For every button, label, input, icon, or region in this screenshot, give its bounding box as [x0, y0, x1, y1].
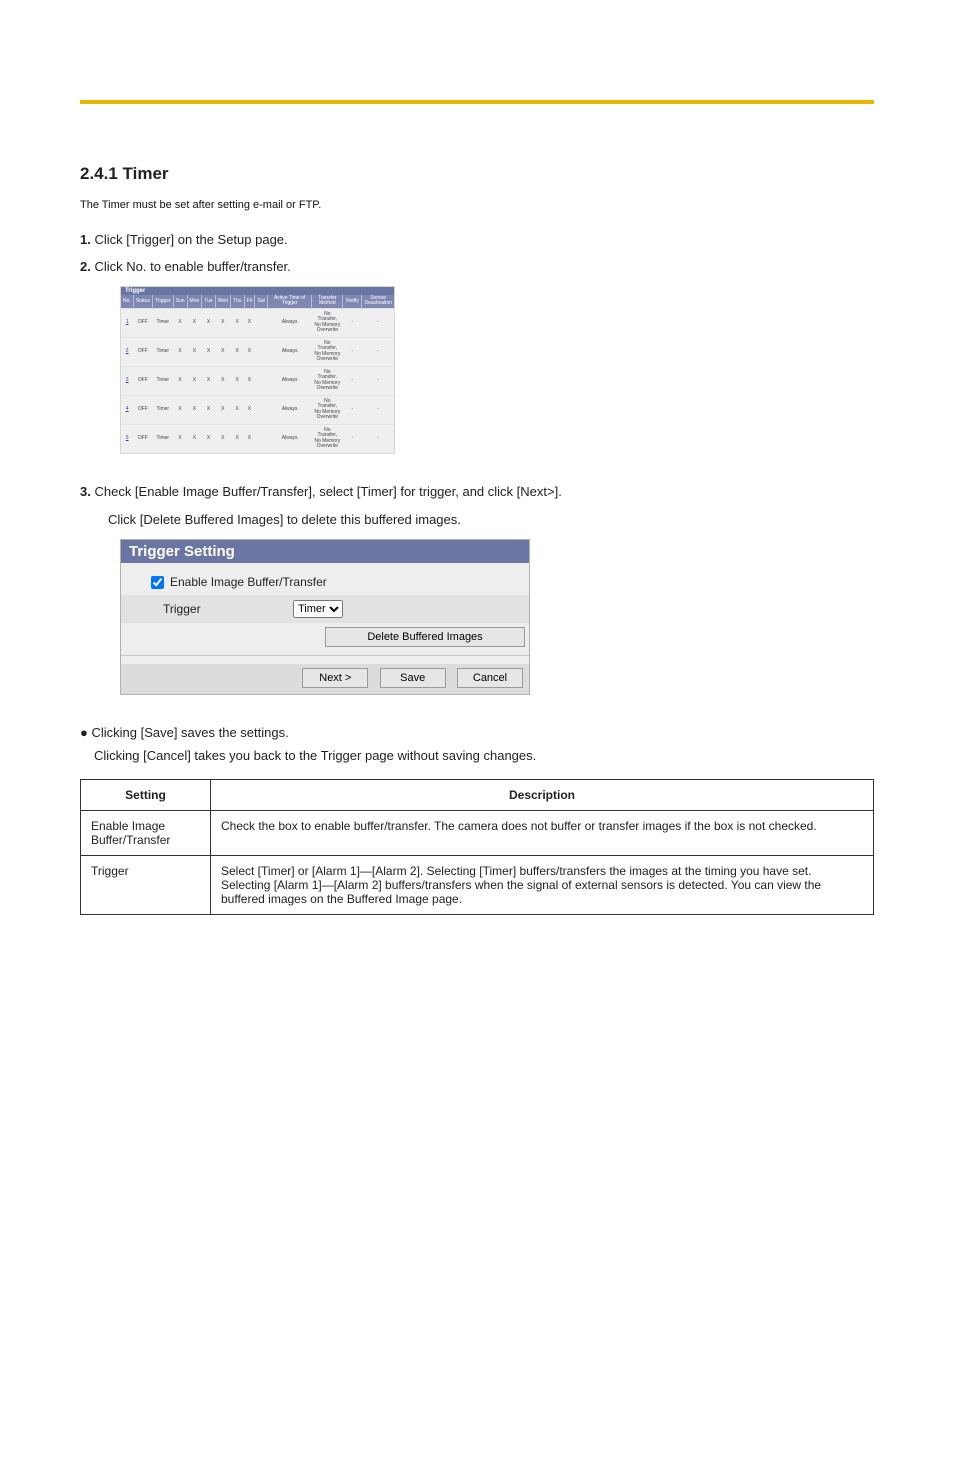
th-mon: Mon — [187, 295, 202, 309]
section-subheading: The Timer must be set after setting e-ma… — [80, 198, 874, 214]
desc-th-desc: Description — [211, 780, 874, 811]
th-no: No. — [121, 295, 133, 309]
th-status: Status — [133, 295, 152, 309]
delete-buffered-button[interactable]: Delete Buffered Images — [325, 627, 525, 647]
desc-row-setting: Trigger — [81, 856, 211, 915]
desc-header-row: Setting Description — [81, 780, 874, 811]
step-3-text: Check [Enable Image Buffer/Transfer], se… — [94, 484, 561, 499]
trigger-setting-dialog: Trigger Setting Enable Image Buffer/Tran… — [120, 539, 530, 695]
th-sensor: Sensor Deactivation — [362, 295, 394, 309]
th-transfer: Transfer Method — [312, 295, 343, 309]
th-wed: Wed — [215, 295, 230, 309]
trigger-select[interactable]: Timer — [293, 600, 343, 618]
row-no-link[interactable]: 2 — [126, 348, 129, 354]
step-1: 1. Click [Trigger] on the Setup page. — [80, 232, 874, 247]
step-2: 2. Click No. to enable buffer/transfer. — [80, 259, 874, 274]
th-notify: Notify — [343, 295, 362, 309]
dialog-title: Trigger Setting — [121, 540, 529, 563]
row-no-link[interactable]: 3 — [126, 377, 129, 383]
step-3-note: Click [Delete Buffered Images] to delete… — [108, 511, 874, 529]
table-row: 4 OFF Timer X X X X X X Always No Transf… — [121, 395, 394, 424]
th-trigger: Trigger — [152, 295, 173, 309]
step-2-num: 2. — [80, 259, 91, 274]
step-3: 3. Check [Enable Image Buffer/Transfer],… — [80, 484, 874, 499]
next-button[interactable]: Next > — [302, 668, 368, 688]
section-heading: 2.4.1 Timer — [80, 164, 874, 184]
cancel-button[interactable]: Cancel — [457, 668, 523, 688]
cancel-note: Clicking [Cancel] takes you back to the … — [94, 748, 874, 763]
trigger-table: Trigger No. Status Trigger Sun Mon Tue W… — [120, 286, 395, 454]
step-2-text: Click No. to enable buffer/transfer. — [94, 259, 290, 274]
th-fri: Fri — [244, 295, 255, 309]
row-no-link[interactable]: 4 — [126, 406, 129, 412]
table-row: 5 OFF Timer X X X X X X Always No Transf… — [121, 424, 394, 453]
save-note: ● Clicking [Save] saves the settings. — [80, 725, 874, 740]
desc-row: Enable Image Buffer/Transfer Check the b… — [81, 811, 874, 856]
row-no-link[interactable]: 1 — [126, 319, 129, 325]
step-1-text: Click [Trigger] on the Setup page. — [94, 232, 287, 247]
th-sat: Sat — [255, 295, 268, 309]
enable-buffer-label: Enable Image Buffer/Transfer — [170, 575, 327, 589]
desc-row-desc: Check the box to enable buffer/transfer.… — [211, 811, 874, 856]
desc-row: Trigger Select [Timer] or [Alarm 1]—[Ala… — [81, 856, 874, 915]
row-no-link[interactable]: 5 — [126, 435, 129, 441]
table-row: 3 OFF Timer X X X X X X Always No Transf… — [121, 366, 394, 395]
step-1-num: 1. — [80, 232, 91, 247]
desc-row-setting: Enable Image Buffer/Transfer — [81, 811, 211, 856]
step-3-num: 3. — [80, 484, 91, 499]
save-button[interactable]: Save — [380, 668, 446, 688]
th-tue: Tue — [202, 295, 215, 309]
enable-buffer-checkbox[interactable] — [151, 576, 164, 589]
trigger-label: Trigger — [163, 602, 293, 616]
trigger-table-title: Trigger — [121, 287, 394, 295]
th-sun: Sun — [173, 295, 187, 309]
desc-row-desc: Select [Timer] or [Alarm 1]—[Alarm 2]. S… — [211, 856, 874, 915]
header-divider — [80, 100, 874, 104]
table-row: 1 OFF Timer X X X X X X Always No Transf… — [121, 308, 394, 337]
th-thu: Thu — [230, 295, 244, 309]
th-active: Active Time of Trigger — [267, 295, 312, 309]
desc-th-setting: Setting — [81, 780, 211, 811]
table-row: 2 OFF Timer X X X X X X Always No Transf… — [121, 337, 394, 366]
